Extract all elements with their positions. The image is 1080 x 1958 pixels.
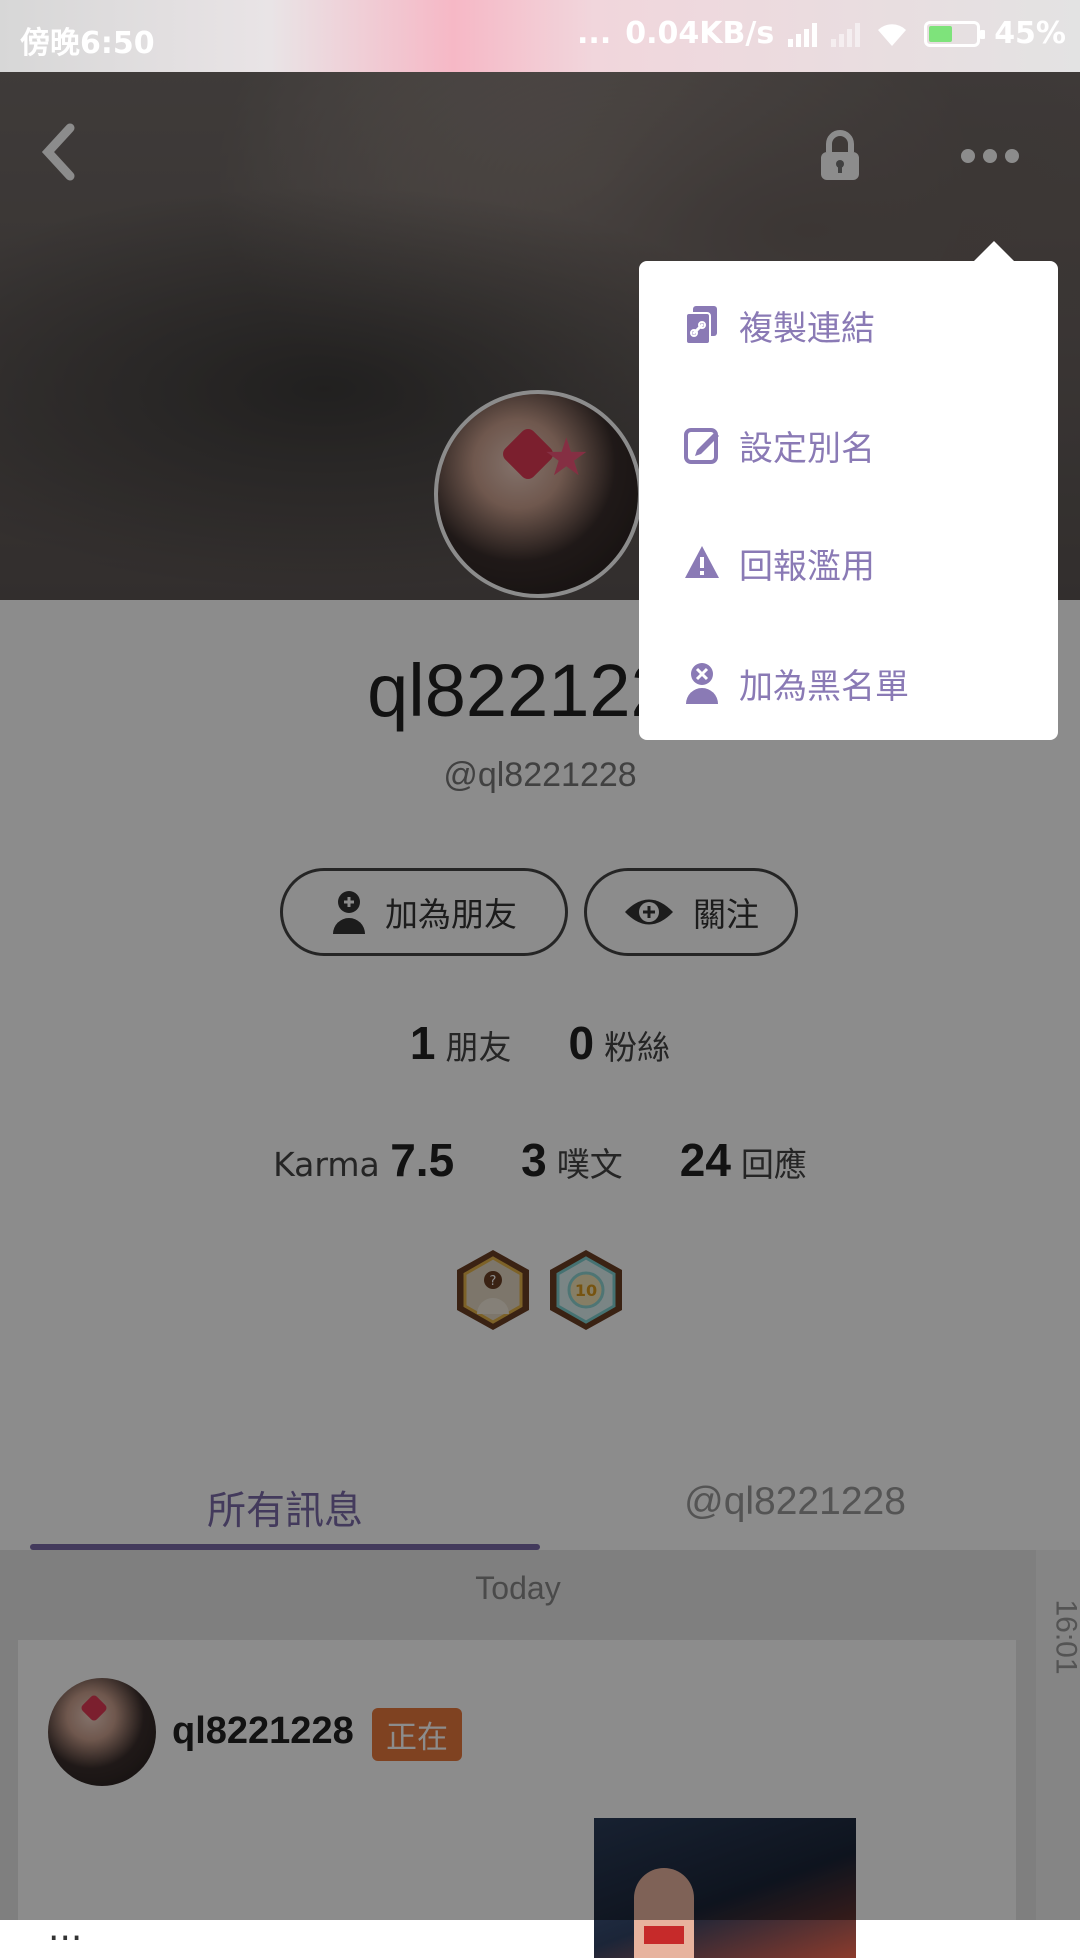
edit-icon — [684, 428, 719, 464]
copy-link-icon — [685, 306, 717, 345]
battery-icon — [924, 20, 986, 47]
wifi-icon — [878, 23, 907, 46]
network-speed: 0.04KB/s — [625, 16, 775, 51]
menu-label-copy-link: 複製連結 — [739, 308, 875, 349]
status-right: ... 0.04KB/s 45% — [577, 16, 1066, 51]
menu-label-set-alias: 設定別名 — [739, 428, 875, 469]
menu-item-blacklist[interactable]: 加為黑名單 — [683, 653, 909, 713]
battery-percent: 45% — [994, 16, 1066, 51]
menu-label-blacklist: 加為黑名單 — [739, 666, 909, 707]
menu-label-report-abuse: 回報濫用 — [739, 546, 875, 587]
menu-item-report-abuse[interactable]: 回報濫用 — [683, 533, 875, 593]
menu-item-copy-link[interactable]: 複製連結 — [683, 295, 875, 355]
status-bar: 傍晚6:50 ... 0.04KB/s 45% — [0, 0, 1080, 72]
status-time: 傍晚6:50 — [20, 26, 155, 61]
signal-icon — [788, 21, 818, 47]
warning-icon — [685, 546, 719, 578]
status-dots: ... — [577, 16, 612, 51]
options-menu: 複製連結 設定別名 回報濫用 加為黑名單 — [639, 241, 1058, 740]
signal-2-icon — [831, 21, 861, 47]
menu-item-set-alias[interactable]: 設定別名 — [683, 415, 875, 475]
block-user-icon — [686, 663, 718, 704]
